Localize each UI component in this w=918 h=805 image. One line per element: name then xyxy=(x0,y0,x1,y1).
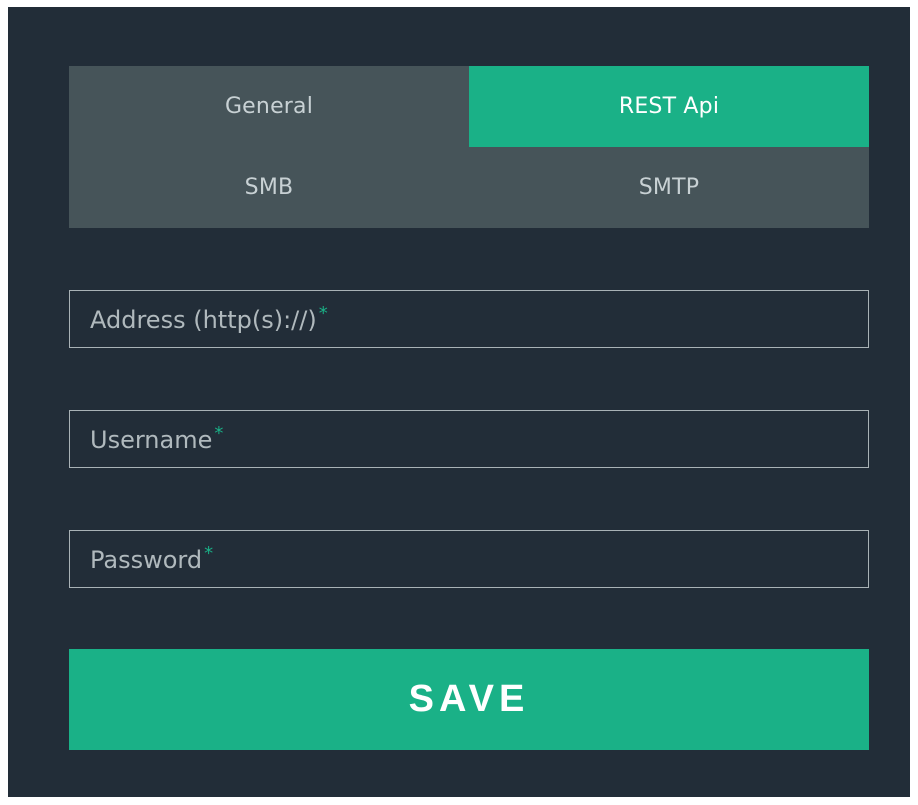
address-field[interactable]: Address (http(s)://) * xyxy=(69,290,869,348)
settings-tabs: General REST Api SMB SMTP xyxy=(69,66,869,228)
username-input[interactable] xyxy=(70,411,868,467)
tab-smb[interactable]: SMB xyxy=(69,147,469,228)
username-field[interactable]: Username * xyxy=(69,410,869,468)
save-button[interactable]: SAVE xyxy=(69,649,869,750)
tab-rest-api[interactable]: REST Api xyxy=(469,66,869,147)
settings-panel: General REST Api SMB SMTP Address (http(… xyxy=(8,7,910,797)
password-field[interactable]: Password * xyxy=(69,530,869,588)
password-input[interactable] xyxy=(70,531,868,587)
address-input[interactable] xyxy=(70,291,868,347)
tab-smtp[interactable]: SMTP xyxy=(469,147,869,228)
tab-general[interactable]: General xyxy=(69,66,469,147)
